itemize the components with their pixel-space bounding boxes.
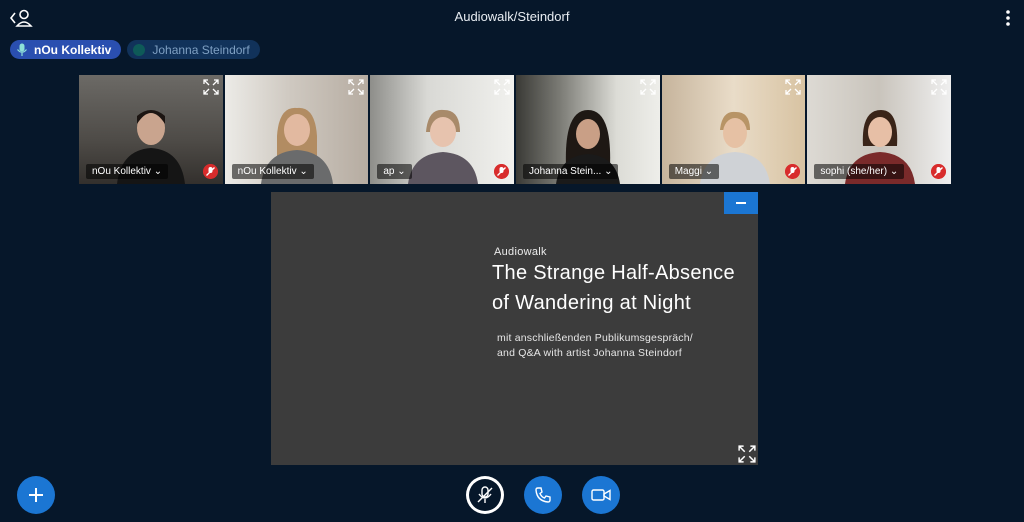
participant-name[interactable]: nOu Kollektiv ⌄ — [231, 164, 314, 179]
minus-icon — [736, 202, 746, 204]
more-options-icon — [1006, 10, 1010, 26]
expand-icon[interactable] — [931, 79, 947, 95]
slide-subtitle-line: and Q&A with artist Johanna Steindorf — [497, 347, 682, 359]
participant-name[interactable]: sophi (she/her) ⌄ — [814, 164, 905, 179]
fullscreen-icon[interactable] — [738, 445, 756, 463]
microphone-muted-icon — [477, 486, 493, 503]
talker-chip[interactable]: nOu Kollektiv — [10, 40, 122, 59]
expand-icon[interactable] — [348, 79, 364, 95]
video-tile[interactable]: Johanna Stein... ⌄ — [516, 75, 660, 184]
video-tile[interactable]: sophi (she/her) ⌄ — [807, 75, 952, 184]
video-strip: nOu Kollektiv ⌄ nOu Kollektiv ⌄ ap ⌄ Joh… — [79, 75, 952, 184]
slide-subtitle-line: mit anschließenden Publikumsgespräch/ — [497, 332, 693, 344]
slide-kicker: Audiowalk — [494, 246, 547, 258]
muted-microphone-icon — [494, 164, 510, 179]
top-bar: Audiowalk/Steindorf — [0, 0, 1024, 36]
phone-icon — [535, 487, 551, 503]
video-tile[interactable]: Maggi ⌄ — [661, 75, 806, 184]
participant-name[interactable]: Johanna Stein... ⌄ — [523, 164, 619, 179]
presentation-area: Audiowalk The Strange Half-Absence of Wa… — [271, 192, 758, 465]
video-tile[interactable]: nOu Kollektiv ⌄ — [224, 75, 369, 184]
plus-icon — [29, 488, 43, 502]
meeting-title: Audiowalk/Steindorf — [454, 9, 570, 24]
talker-name: nOu Kollektiv — [34, 42, 112, 57]
participant-name[interactable]: ap ⌄ — [377, 164, 412, 179]
expand-icon[interactable] — [494, 79, 510, 95]
participant-name[interactable]: nOu Kollektiv ⌄ — [86, 164, 169, 179]
status-dot — [133, 43, 146, 56]
unmute-button[interactable] — [466, 476, 504, 514]
slide-subtitle: mit anschließenden Publikumsgespräch/ an… — [497, 331, 757, 361]
microphone-icon — [17, 43, 27, 56]
share-webcam-button[interactable] — [582, 476, 620, 514]
video-tile[interactable]: nOu Kollektiv ⌄ — [79, 75, 223, 184]
talker-name: Johanna Steindorf — [152, 42, 250, 57]
video-camera-icon — [591, 489, 611, 501]
expand-icon[interactable] — [203, 79, 219, 95]
expand-icon[interactable] — [785, 79, 802, 95]
video-tile[interactable]: ap ⌄ — [370, 75, 515, 184]
talking-indicator: nOu Kollektiv Johanna Steindorf — [10, 40, 260, 60]
muted-microphone-icon — [931, 164, 947, 179]
talker-chip[interactable]: Johanna Steindorf — [127, 40, 260, 59]
actions-button[interactable] — [17, 476, 55, 514]
muted-microphone-icon — [202, 164, 218, 179]
slide-title: The Strange Half-Absence of Wandering at… — [492, 262, 735, 314]
options-menu-button[interactable] — [1004, 9, 1012, 27]
participant-name[interactable]: Maggi ⌄ — [668, 164, 720, 179]
leave-audio-button[interactable] — [524, 476, 562, 514]
expand-icon[interactable] — [640, 79, 656, 95]
minimize-presentation-button[interactable] — [724, 192, 758, 214]
